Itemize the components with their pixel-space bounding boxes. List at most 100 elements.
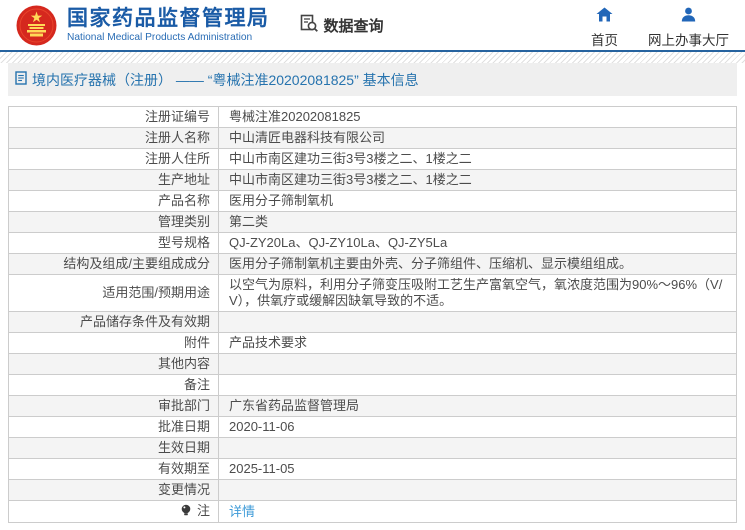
row-value-cell: 中山清匠电器科技有限公司 bbox=[218, 127, 737, 149]
row-label: 注册人名称 bbox=[144, 130, 210, 145]
row-label-cell: 生产地址 bbox=[8, 169, 219, 191]
detail-link[interactable]: 详情 bbox=[229, 504, 255, 519]
row-label-cell: 适用范围/预期用途 bbox=[8, 274, 219, 312]
row-value-text: 2020-11-06 bbox=[229, 419, 295, 434]
row-label-cell: 注册人住所 bbox=[8, 148, 219, 170]
row-label: 生产地址 bbox=[157, 172, 210, 187]
hatch-pattern-strip bbox=[0, 52, 745, 63]
data-query-search-icon bbox=[300, 14, 319, 37]
row-value-cell: 产品技术要求 bbox=[218, 332, 737, 354]
row-label: 审批部门 bbox=[157, 398, 210, 413]
row-value-cell: 医用分子筛制氧机 bbox=[218, 190, 737, 212]
data-query-label: 数据查询 bbox=[323, 17, 384, 35]
table-row: 结构及组成/主要组成成分 医用分子筛制氧机主要由外壳、分子筛组件、压缩机、显示模… bbox=[8, 253, 737, 275]
row-label-cell: 生效日期 bbox=[8, 437, 219, 459]
row-value-cell: 2025-11-05 bbox=[218, 458, 737, 480]
row-label: 注 bbox=[196, 503, 210, 518]
table-row: 适用范围/预期用途 以空气为原料，利用分子筛变压吸附工艺生产富氧空气，氧浓度范围… bbox=[8, 274, 737, 312]
row-label-cell: 产品名称 bbox=[8, 190, 219, 212]
nav-item-home[interactable]: 首页 bbox=[591, 7, 618, 49]
row-label: 管理类别 bbox=[157, 214, 210, 229]
row-value-cell: 2020-11-06 bbox=[218, 416, 737, 438]
row-value-cell bbox=[218, 353, 737, 375]
row-label: 备注 bbox=[183, 377, 210, 392]
row-label: 结构及组成/主要组成成分 bbox=[63, 256, 210, 271]
nmpa-emblem-logo[interactable] bbox=[16, 5, 57, 46]
page-title-bar: 境内医疗器械（注册） —— “粤械注准20202081825” 基本信息 bbox=[8, 63, 737, 96]
row-label-cell: 注册人名称 bbox=[8, 127, 219, 149]
row-value-cell: 广东省药品监督管理局 bbox=[218, 395, 737, 417]
row-label-cell: 型号规格 bbox=[8, 232, 219, 254]
row-label: 批准日期 bbox=[157, 419, 210, 434]
row-label-cell: 管理类别 bbox=[8, 211, 219, 233]
org-name: 国家药品监督管理局 bbox=[67, 6, 270, 30]
row-value-cell: 中山市南区建功三街3号3楼之二、1楼之二 bbox=[218, 169, 737, 191]
header-nav: 首页 网上办事大厅 bbox=[591, 7, 729, 49]
row-value-cell: QJ-ZY20La、QJ-ZY10La、QJ-ZY5La bbox=[218, 232, 737, 254]
row-value-text: 第二类 bbox=[229, 214, 269, 229]
row-value-text: 以空气为原料，利用分子筛变压吸附工艺生产富氧空气，氧浓度范围为90%～96%（V… bbox=[229, 277, 723, 308]
row-value-text bbox=[229, 377, 233, 392]
document-icon bbox=[15, 71, 27, 88]
row-value-text bbox=[229, 356, 233, 371]
national-emblem-icon bbox=[16, 5, 57, 45]
row-value-cell: 中山市南区建功三街3号3楼之二、1楼之二 bbox=[218, 148, 737, 170]
note-lamp-icon bbox=[181, 504, 191, 520]
row-value-text: 中山市南区建功三街3号3楼之二、1楼之二 bbox=[229, 151, 472, 166]
table-row: 附件 产品技术要求 bbox=[8, 332, 737, 354]
row-label-cell: 其他内容 bbox=[8, 353, 219, 375]
row-label-cell: 备注 bbox=[8, 374, 219, 396]
row-value-text: 中山市南区建功三街3号3楼之二、1楼之二 bbox=[229, 172, 472, 187]
row-label: 注册证编号 bbox=[144, 109, 210, 124]
table-row: 其他内容 bbox=[8, 353, 737, 375]
row-value-text bbox=[229, 314, 233, 329]
registration-info-table: 注册证编号 粤械注准20202081825 注册人名称 中山清匠电器科技有限公司… bbox=[8, 106, 737, 523]
row-value-cell bbox=[218, 437, 737, 459]
row-label-cell: 变更情况 bbox=[8, 479, 219, 501]
registration-info-table-wrap: 注册证编号 粤械注准20202081825 注册人名称 中山清匠电器科技有限公司… bbox=[8, 106, 737, 523]
row-label: 附件 bbox=[183, 335, 210, 350]
row-label-cell: 注册证编号 bbox=[8, 106, 219, 128]
nav-hall-label: 网上办事大厅 bbox=[648, 33, 729, 48]
row-value-text: 2025-11-05 bbox=[229, 461, 295, 476]
row-value-text bbox=[229, 440, 233, 455]
site-header: 国家药品监督管理局 National Medical Products Admi… bbox=[0, 0, 745, 50]
row-value-cell: 详情 bbox=[218, 500, 737, 523]
user-icon bbox=[681, 7, 696, 25]
row-value-text: 粤械注准20202081825 bbox=[229, 109, 361, 124]
table-row: 有效期至 2025-11-05 bbox=[8, 458, 737, 480]
page-title: 境内医疗器械（注册） —— “粤械注准20202081825” 基本信息 bbox=[32, 71, 419, 88]
row-label: 变更情况 bbox=[157, 482, 210, 497]
row-value-text: 医用分子筛制氧机主要由外壳、分子筛组件、压缩机、显示模组组成。 bbox=[229, 256, 633, 271]
table-row: 备注 bbox=[8, 374, 737, 396]
row-label-cell: 结构及组成/主要组成成分 bbox=[8, 253, 219, 275]
row-label-cell: 审批部门 bbox=[8, 395, 219, 417]
table-row: 注册证编号 粤械注准20202081825 bbox=[8, 106, 737, 128]
table-row: 批准日期 2020-11-06 bbox=[8, 416, 737, 438]
data-query-nav[interactable]: 数据查询 bbox=[300, 14, 384, 37]
table-row: 型号规格 QJ-ZY20La、QJ-ZY10La、QJ-ZY5La bbox=[8, 232, 737, 254]
row-value-cell: 粤械注准20202081825 bbox=[218, 106, 737, 128]
row-value-cell bbox=[218, 479, 737, 501]
table-row: 生产地址 中山市南区建功三街3号3楼之二、1楼之二 bbox=[8, 169, 737, 191]
row-label: 生效日期 bbox=[157, 440, 210, 455]
row-label-cell: 注 bbox=[8, 500, 219, 523]
table-row: 审批部门 广东省药品监督管理局 bbox=[8, 395, 737, 417]
table-row: 管理类别 第二类 bbox=[8, 211, 737, 233]
home-icon bbox=[596, 7, 613, 25]
nav-item-service-hall[interactable]: 网上办事大厅 bbox=[648, 7, 729, 49]
row-value-cell: 以空气为原料，利用分子筛变压吸附工艺生产富氧空气，氧浓度范围为90%～96%（V… bbox=[218, 274, 737, 312]
org-name-english: National Medical Products Administration bbox=[67, 31, 253, 43]
table-row: 注册人住所 中山市南区建功三街3号3楼之二、1楼之二 bbox=[8, 148, 737, 170]
row-label: 产品储存条件及有效期 bbox=[79, 314, 210, 329]
row-label: 型号规格 bbox=[157, 235, 210, 250]
row-value-text bbox=[229, 482, 233, 497]
row-value-cell: 医用分子筛制氧机主要由外壳、分子筛组件、压缩机、显示模组组成。 bbox=[218, 253, 737, 275]
row-value-text: 中山清匠电器科技有限公司 bbox=[229, 130, 386, 145]
row-label-cell: 产品储存条件及有效期 bbox=[8, 311, 219, 333]
row-label-cell: 附件 bbox=[8, 332, 219, 354]
row-label: 其他内容 bbox=[157, 356, 210, 371]
row-value-text: 产品技术要求 bbox=[229, 335, 308, 350]
table-row: 注册人名称 中山清匠电器科技有限公司 bbox=[8, 127, 737, 149]
row-label-cell: 批准日期 bbox=[8, 416, 219, 438]
